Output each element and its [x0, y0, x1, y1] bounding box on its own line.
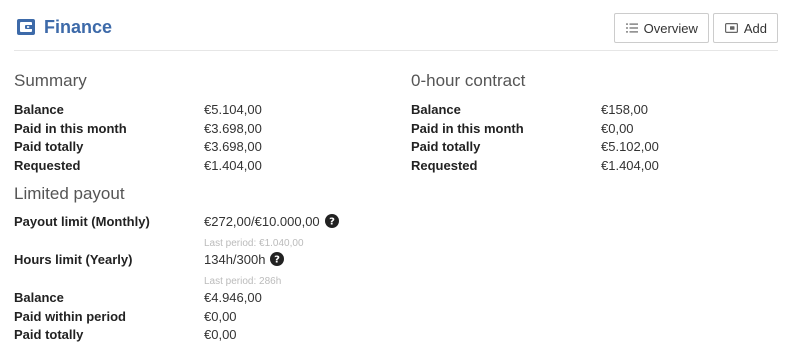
- summary-value: €3.698,00: [204, 120, 262, 136]
- contract-row: Paid in this month €0,00: [411, 120, 771, 139]
- wallet-add-icon: [724, 23, 738, 33]
- overview-button-label: Overview: [643, 20, 698, 36]
- hours-limit-value: 134h/300h: [204, 252, 266, 267]
- limited-row: Balance €4.946,00: [14, 289, 394, 308]
- summary-label: Requested: [14, 157, 81, 173]
- contract-value: €5.102,00: [601, 139, 659, 154]
- add-button-label: Add: [743, 20, 767, 36]
- add-button[interactable]: Add: [712, 13, 778, 43]
- svg-text:?: ?: [275, 255, 281, 266]
- wallet-icon: [16, 17, 36, 37]
- hours-limit-value-wrap: 134h/300h? Last period: 286h: [204, 251, 285, 289]
- hours-limit-label: Hours limit (Yearly): [14, 252, 133, 267]
- summary-row: Requested €1.404,00: [14, 157, 394, 176]
- header-button-group: Overview Add: [613, 13, 778, 43]
- limited-row: Paid within period €0,00: [14, 308, 394, 327]
- left-column: Summary Balance €5.104,00 Paid in this m…: [14, 70, 394, 345]
- limited-label: Balance: [14, 290, 64, 305]
- summary-label: Paid totally: [14, 139, 84, 154]
- limited-value: €0,00: [204, 308, 237, 324]
- question-circle-icon[interactable]: ?: [270, 252, 285, 272]
- summary-title: Summary: [14, 71, 87, 90]
- hours-limit-row: Hours limit (Yearly) 134h/300h? Last per…: [14, 251, 394, 289]
- payout-limit-label: Payout limit (Monthly): [14, 214, 150, 229]
- question-circle-icon[interactable]: ?: [324, 214, 339, 234]
- svg-text:?: ?: [329, 217, 335, 228]
- contract-title: 0-hour contract: [411, 71, 526, 90]
- contract-label: Paid in this month: [411, 120, 524, 136]
- summary-row: Balance €5.104,00: [14, 101, 394, 120]
- summary-row: Paid in this month €3.698,00: [14, 120, 394, 139]
- payout-limit-row: Payout limit (Monthly) €272,00/€10.000,0…: [14, 213, 394, 251]
- summary-value: €3.698,00: [204, 139, 262, 154]
- summary-label: Paid in this month: [14, 120, 127, 136]
- contract-value: €1.404,00: [601, 157, 659, 173]
- hours-limit-last-period: Last period: 286h: [204, 275, 282, 287]
- limited-row: Paid totally €0,00: [14, 326, 394, 345]
- contract-value: €158,00: [601, 102, 648, 117]
- finance-page: Finance Overview Add Summary Balance €5.…: [0, 0, 789, 362]
- limited-value: €0,00: [204, 327, 237, 342]
- contract-label: Balance: [411, 102, 461, 117]
- contract-row: Balance €158,00: [411, 101, 771, 120]
- summary-row: Paid totally €3.698,00: [14, 138, 394, 157]
- contract-label: Paid totally: [411, 139, 481, 154]
- payout-limit-value-wrap: €272,00/€10.000,00? Last period: €1.040,…: [204, 213, 339, 251]
- limited-label: Paid within period: [14, 308, 126, 324]
- payout-limit-last-period: Last period: €1.040,00: [204, 237, 304, 249]
- contract-value: €0,00: [601, 120, 634, 136]
- page-title: Finance: [44, 17, 113, 37]
- contract-label: Requested: [411, 157, 478, 173]
- limited-payout-title: Limited payout: [14, 184, 125, 203]
- title-wrap: Finance: [16, 16, 112, 38]
- summary-value: €1.404,00: [204, 157, 262, 173]
- limited-label: Paid totally: [14, 327, 84, 342]
- summary-value: €5.104,00: [204, 102, 262, 117]
- summary-label: Balance: [14, 102, 64, 117]
- finance-header: Finance Overview Add: [14, 0, 778, 51]
- contract-row: Requested €1.404,00: [411, 157, 771, 176]
- limited-value: €4.946,00: [204, 290, 262, 305]
- payout-limit-value: €272,00/€10.000,00: [204, 214, 320, 229]
- contract-row: Paid totally €5.102,00: [411, 138, 771, 157]
- overview-button[interactable]: Overview: [613, 13, 709, 43]
- right-column: 0-hour contract Balance €158,00 Paid in …: [411, 70, 771, 175]
- list-icon: [625, 23, 638, 33]
